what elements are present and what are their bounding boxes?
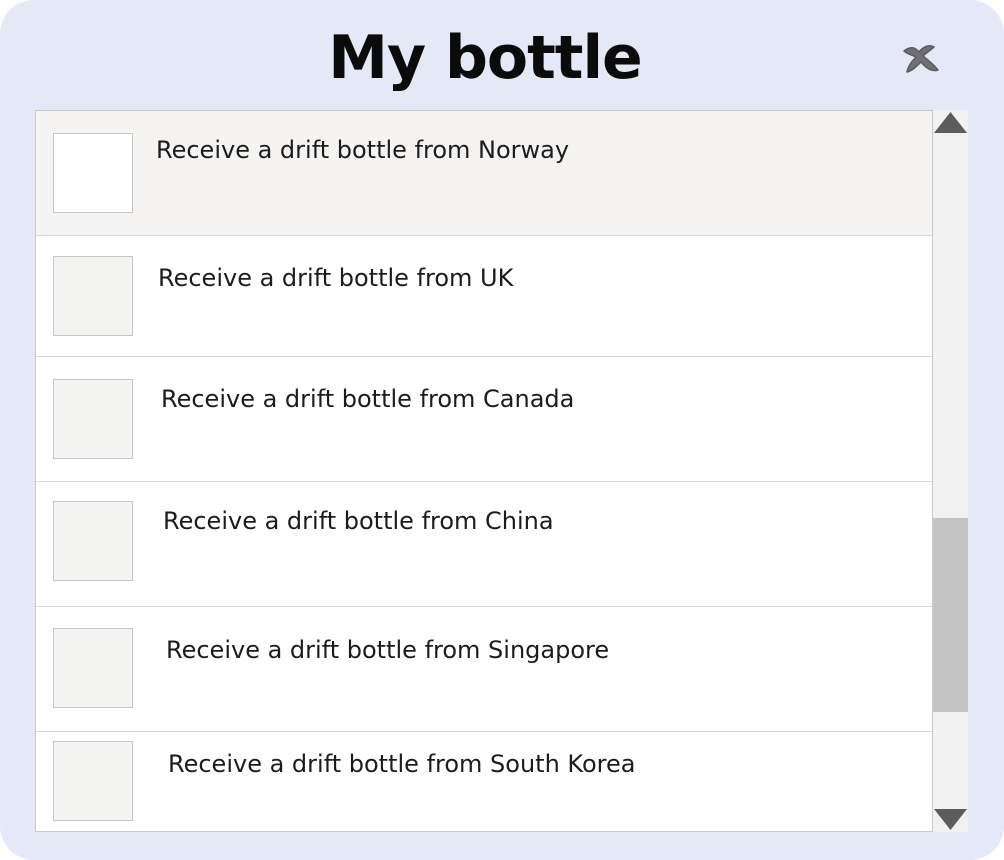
list-item-label: Receive a drift bottle from UK bbox=[158, 264, 514, 292]
list-item[interactable]: Receive a drift bottle from Norway bbox=[36, 111, 932, 236]
bottle-thumbnail bbox=[53, 379, 133, 459]
list-item[interactable]: Receive a drift bottle from UK bbox=[36, 236, 932, 357]
list-item[interactable]: Receive a drift bottle from China bbox=[36, 482, 932, 607]
list-item-label: Receive a drift bottle from Canada bbox=[161, 385, 575, 413]
scroll-down-button[interactable] bbox=[933, 806, 968, 832]
close-button[interactable] bbox=[896, 38, 944, 78]
list-item-label: Receive a drift bottle from South Korea bbox=[168, 750, 636, 778]
list-item[interactable]: Receive a drift bottle from Singapore bbox=[36, 607, 932, 732]
triangle-down-icon bbox=[934, 809, 967, 830]
dialog-title: My bottle bbox=[328, 23, 643, 93]
list-item[interactable]: Receive a drift bottle from South Korea bbox=[36, 732, 932, 831]
list-item-label: Receive a drift bottle from China bbox=[163, 507, 554, 535]
bottle-thumbnail bbox=[53, 628, 133, 708]
scroll-up-button[interactable] bbox=[933, 110, 968, 136]
bottle-thumbnail bbox=[53, 501, 133, 581]
bottle-thumbnail bbox=[53, 741, 133, 821]
triangle-up-icon bbox=[934, 112, 967, 133]
close-x-icon bbox=[903, 45, 939, 73]
bottle-list: Receive a drift bottle from Norway Recei… bbox=[35, 110, 933, 832]
bottle-dialog: My bottle Receive a drift bottle from No… bbox=[0, 0, 1004, 860]
bottle-thumbnail bbox=[53, 133, 133, 213]
list-item[interactable]: Receive a drift bottle from Canada bbox=[36, 357, 932, 482]
list-item-label: Receive a drift bottle from Singapore bbox=[166, 636, 610, 664]
scroll-thumb[interactable] bbox=[933, 518, 968, 712]
vertical-scrollbar[interactable] bbox=[933, 110, 968, 832]
list-item-label: Receive a drift bottle from Norway bbox=[156, 136, 570, 164]
bottle-thumbnail bbox=[53, 256, 133, 336]
